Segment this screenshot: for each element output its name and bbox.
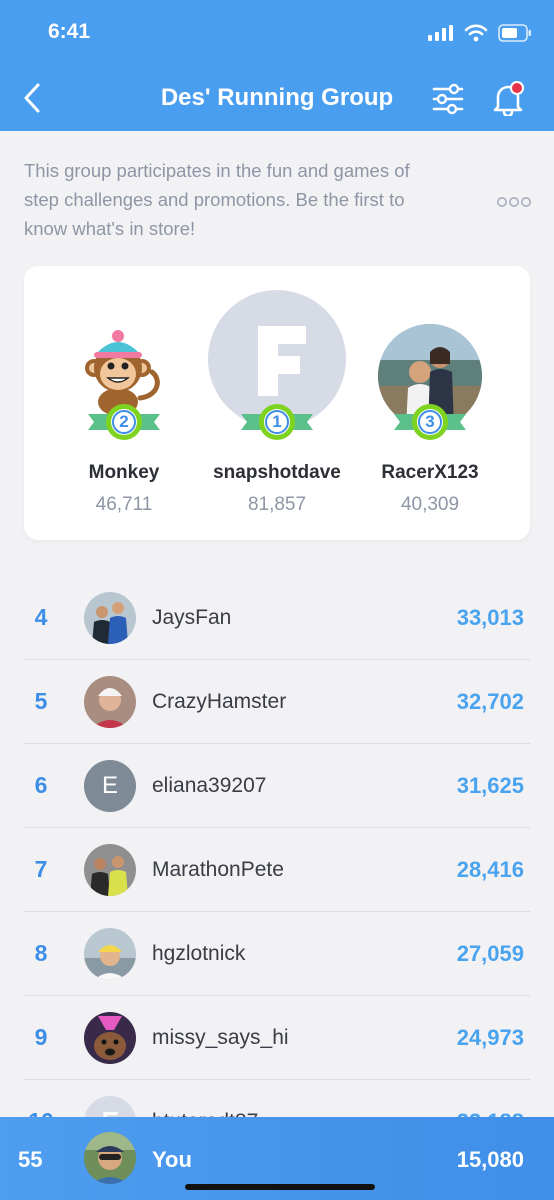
status-icons — [428, 24, 532, 42]
podium-card: 2 Monkey 46,711 1 snapshotdave 81,857 3 … — [24, 266, 530, 540]
avatar-letter: E — [101, 772, 118, 799]
row-rank: 8 — [34, 940, 48, 966]
more-options-button[interactable] — [496, 194, 532, 210]
page-title: Des' Running Group — [160, 84, 394, 111]
status-bar: 6:41 — [0, 0, 554, 66]
user-photo-icon — [84, 928, 136, 980]
current-user-label: You — [152, 1147, 192, 1172]
row-username: CrazyHamster — [152, 690, 287, 713]
sliders-icon — [432, 83, 464, 115]
row-rank: 7 — [34, 856, 48, 882]
leaderboard-row[interactable]: 6 E eliana39207 31,625 — [0, 744, 554, 828]
user-photo-icon — [84, 676, 136, 728]
row-score: 28,416 — [456, 857, 524, 882]
podium-username: RacerX123 — [381, 462, 479, 483]
row-username: hgzlotnick — [152, 942, 246, 965]
user-photo-icon — [84, 844, 136, 896]
row-rank: 6 — [34, 772, 48, 798]
row-score: 33,013 — [456, 605, 524, 630]
row-score: 27,059 — [456, 941, 524, 966]
avatar: E — [84, 760, 136, 812]
settings-button[interactable] — [430, 82, 466, 116]
group-description: This group participates in the fun and g… — [24, 160, 410, 239]
home-indicator — [185, 1184, 375, 1190]
row-rank: 9 — [34, 1024, 48, 1050]
nav-bar: Des' Running Group — [0, 66, 554, 131]
podium-rank-label: 3 — [425, 412, 435, 431]
wifi-icon — [464, 24, 488, 42]
header-bar: 6:41 Des' Running Group — [0, 0, 554, 131]
avatar — [84, 592, 136, 644]
row-score: 31,625 — [456, 773, 524, 798]
leaderboard-row[interactable]: 8 hgzlotnick 27,059 — [0, 912, 554, 996]
user-photo-icon — [84, 1132, 136, 1184]
avatar — [84, 1012, 136, 1064]
bell-icon — [493, 81, 524, 118]
row-username: missy_says_hi — [152, 1026, 289, 1049]
user-photo-icon — [84, 592, 136, 644]
podium-rank-label: 2 — [119, 412, 129, 431]
podium-score: 40,309 — [400, 494, 460, 515]
row-score: 32,702 — [456, 689, 524, 714]
avatar — [84, 676, 136, 728]
leaderboard-row[interactable]: 4 JaysFan 33,013 — [0, 576, 554, 660]
current-user-bar[interactable]: 55 You 15,080 — [0, 1117, 554, 1200]
row-rank: 4 — [34, 604, 48, 630]
row-username: MarathonPete — [152, 858, 284, 881]
current-user-score: 15,080 — [456, 1147, 524, 1172]
row-username: eliana39207 — [152, 774, 267, 797]
status-time: 6:41 — [48, 20, 91, 43]
signal-icon — [428, 25, 453, 41]
notifications-button[interactable] — [490, 80, 526, 118]
row-rank: 5 — [34, 688, 48, 714]
current-user-avatar — [84, 1132, 136, 1184]
leaderboard-row[interactable]: 9 missy_says_hi 24,973 — [0, 996, 554, 1080]
avatar — [84, 928, 136, 980]
podium-third-place[interactable]: 3 RacerX123 40,309 — [330, 266, 530, 540]
leaderboard-row[interactable]: 5 CrazyHamster 32,702 — [0, 660, 554, 744]
row-score: 24,973 — [456, 1025, 524, 1050]
current-user-rank: 55 — [18, 1147, 43, 1172]
podium-rank-label: 1 — [272, 412, 282, 431]
ellipsis-icon — [497, 197, 531, 207]
row-username: JaysFan — [152, 606, 232, 629]
battery-icon — [498, 24, 531, 42]
avatar — [84, 844, 136, 896]
dog-photo-icon — [84, 1012, 136, 1064]
leaderboard-row[interactable]: 7 MarathonPete 28,416 — [0, 828, 554, 912]
